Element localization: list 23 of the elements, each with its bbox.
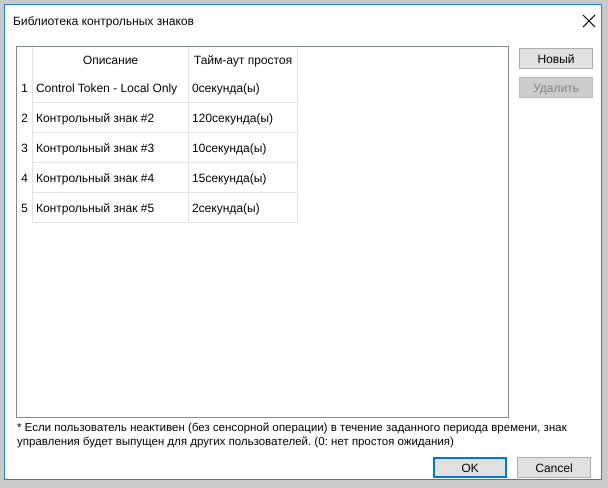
row-number: 1	[17, 73, 32, 102]
footnote: * Если пользователь неактивен (без сенсорной операции) в течение заданного периода времени, знак управления будет выпущен для других пользователей. (0: нет простоя ожидания)	[16, 421, 568, 449]
table-cell: 0секунда(ы)	[188, 73, 298, 102]
table-cell: Контрольный знак #3	[32, 132, 188, 162]
cancel-button[interactable]: Cancel	[517, 457, 591, 478]
new-button[interactable]: Новый	[519, 48, 593, 69]
table-cell: 2секунда(ы)	[188, 192, 298, 222]
window-title: Библиотека контрольных знаков	[13, 14, 194, 28]
table-cell: Контрольный знак #5	[32, 192, 188, 222]
table-cell: 10секунда(ы)	[188, 132, 298, 162]
table-cell: Контрольный знак #2	[32, 102, 188, 132]
row-number: 5	[17, 192, 32, 222]
ok-button[interactable]: OK	[433, 457, 507, 478]
row-number: 2	[17, 102, 32, 132]
table-cell: Контрольный знак #4	[32, 162, 188, 192]
table-cell: 120секунда(ы)	[188, 102, 298, 132]
row-number: 3	[17, 132, 32, 162]
column-header: Тайм-аут простоя	[188, 47, 298, 73]
close-icon[interactable]	[581, 13, 597, 29]
row-number: 4	[17, 162, 32, 192]
table-cell: Control Token - Local Only	[32, 73, 188, 102]
table-cell: 15секунда(ы)	[188, 162, 298, 192]
column-header: Описание	[32, 47, 188, 73]
